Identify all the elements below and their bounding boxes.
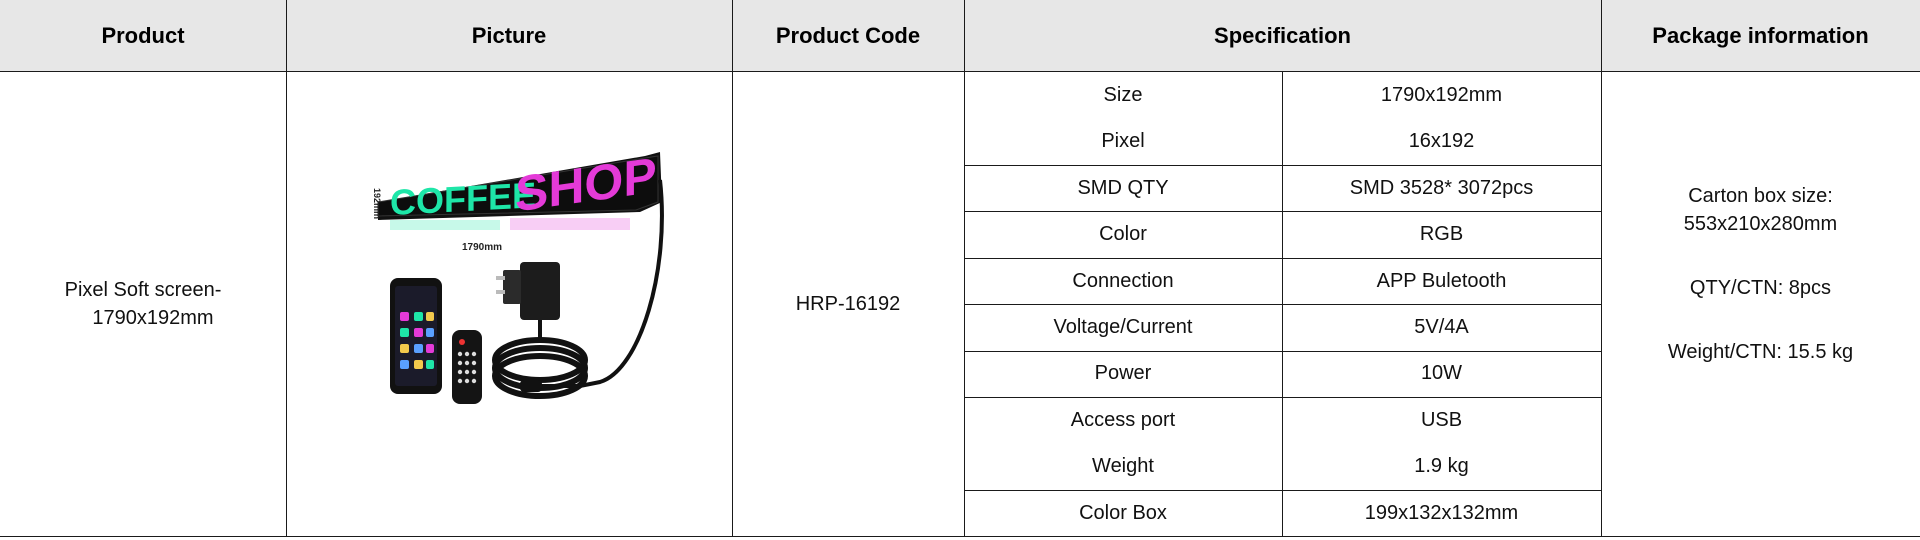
power-adapter-icon [520,262,560,320]
inline-switch-icon [520,380,542,392]
spec-label: Color Box [1079,501,1167,524]
product-code: HRP-16192 [795,293,901,315]
remote-icon [452,330,482,404]
spec-label: Weight [1092,455,1154,478]
weight-per-carton: Weight/CTN: 15.5 kg [1667,341,1854,363]
spec-value: 1790x192mm [1380,83,1503,106]
spec-label: Connection [1072,269,1174,292]
spec-value: SMD 3528* 3072pcs [1349,176,1534,199]
carton-size-label: Carton box size: [1688,185,1833,207]
qty-per-carton: QTY/CTN: 8pcs [1689,277,1832,299]
spec-label: Size [1103,83,1143,106]
header-picture: Picture [286,0,732,72]
spec-label: Power [1094,362,1152,385]
product-name-line1: Pixel Soft screen- [64,279,222,301]
carton-size-value: 553x210x280mm [1683,213,1838,235]
header-package-information: Package information [1601,0,1920,72]
height-dimension-label: 192mm [372,188,382,219]
header-product-code: Product Code [732,0,964,72]
package-info-cell: Carton box size: 553x210x280mm QTY/CTN: … [1601,72,1920,536]
spec-label: Voltage/Current [1053,316,1193,338]
product-spec-table: Product Picture Product Code Specificati… [0,0,1920,540]
spec-label: Access port [1070,408,1176,431]
header-specification: Specification [964,0,1601,72]
grid-line [286,0,287,536]
spec-label: SMD QTY [1077,176,1169,199]
spec-label: Pixel [1101,130,1145,153]
spec-value: 199x132x132mm [1364,501,1519,524]
spec-value: 1.9 kg [1414,455,1469,478]
led-sign-illustration: COFFEE SHOP 1790mm 192mm [372,147,664,404]
spec-value: RGB [1419,223,1464,246]
spec-value: 5V/4A [1414,316,1469,338]
spec-value: 10W [1420,362,1463,385]
spec-value: 16x192 [1408,130,1475,153]
grid-line [0,536,1920,537]
spec-label: Color [1099,223,1147,246]
spec-value: APP Buletooth [1376,269,1507,292]
product-picture: COFFEE SHOP 1790mm 192mm [370,147,670,410]
product-name-cell: Pixel Soft screen- 1790x192mm [0,72,286,536]
header-product: Product [0,0,286,72]
product-name-line2: 1790x192mm [92,307,214,329]
width-dimension-label: 1790mm [462,242,502,253]
spec-value: USB [1420,408,1463,431]
